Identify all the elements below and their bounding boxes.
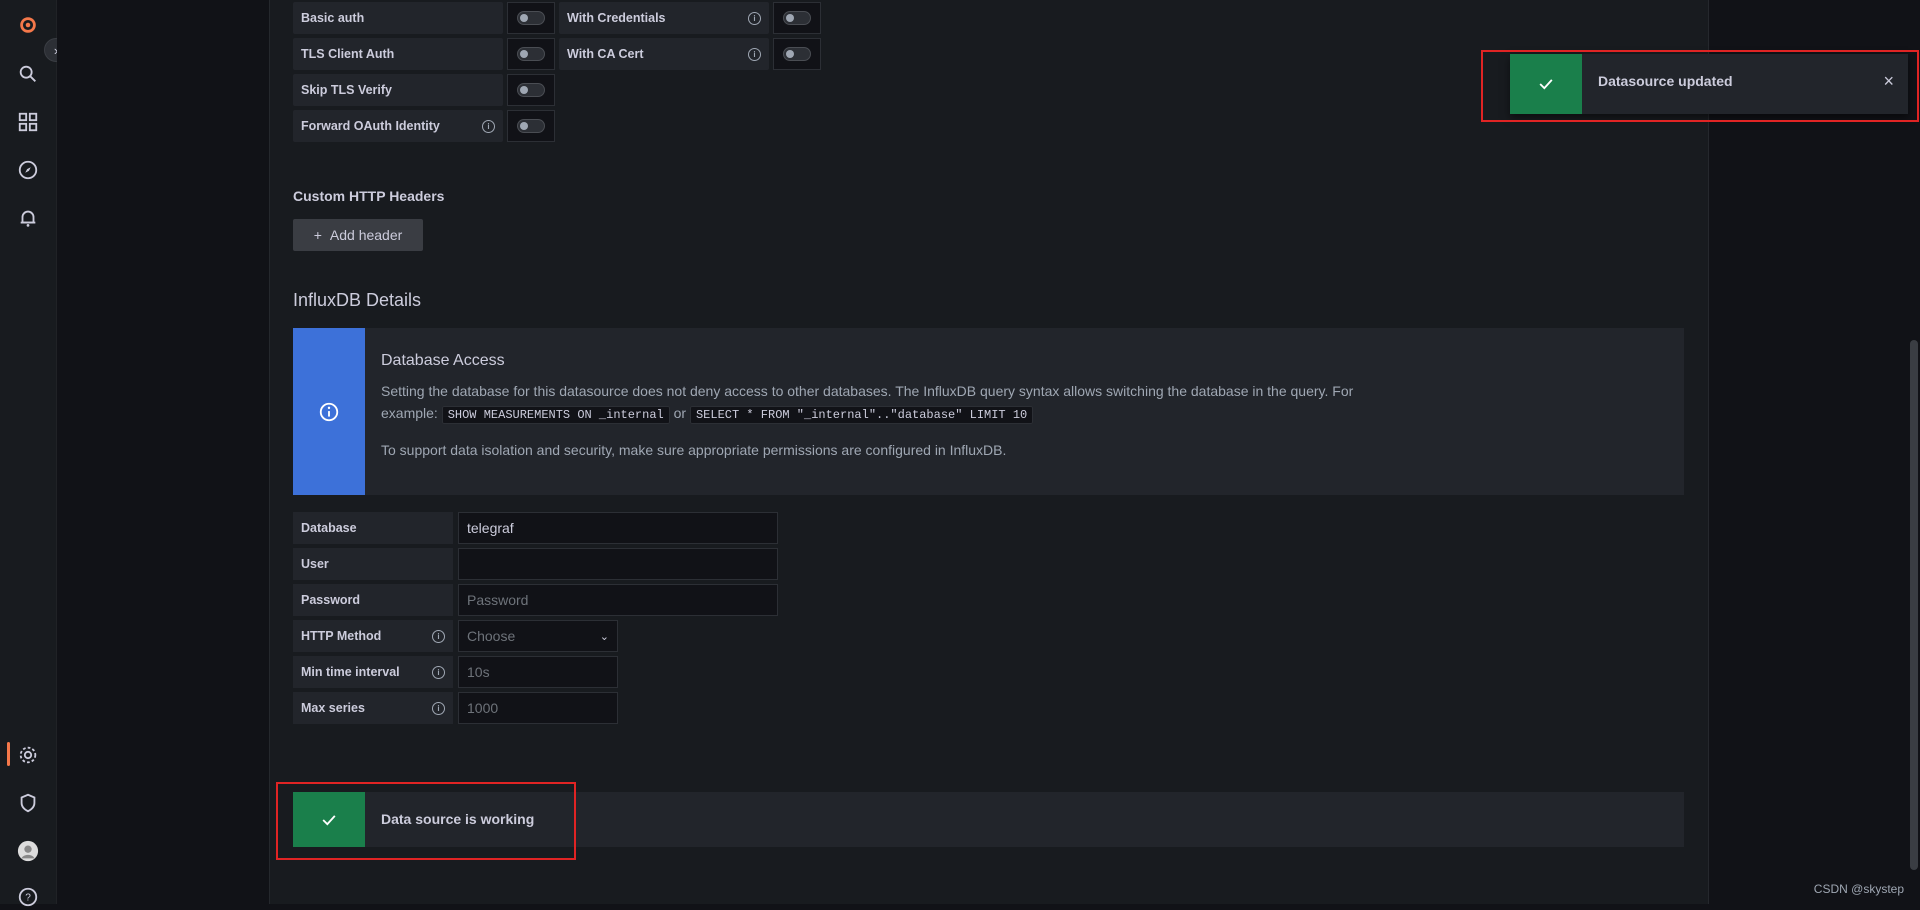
search-icon[interactable] (15, 61, 41, 87)
tls-client-auth-label: TLS Client Auth (293, 38, 503, 70)
with-credentials-toggle[interactable] (773, 2, 821, 34)
skip-tls-verify-toggle[interactable] (507, 74, 555, 106)
info-icon[interactable]: i (482, 119, 495, 133)
tls-client-auth-row: TLS Client Auth With CA Cert i (293, 38, 821, 70)
plus-icon: + (313, 227, 322, 243)
info-text-security: To support data isolation and security, … (381, 442, 1007, 458)
configuration-icon[interactable] (15, 742, 41, 768)
info-text: Setting the database for this datasource… (381, 383, 1354, 424)
dashboards-icon[interactable] (15, 109, 41, 135)
skip-tls-verify-row: Skip TLS Verify (293, 74, 555, 106)
user-label: User (293, 548, 453, 580)
skip-tls-verify-label: Skip TLS Verify (293, 74, 503, 106)
password-input[interactable]: Password (458, 584, 778, 616)
basic-auth-row: Basic auth With Credentials i (293, 2, 821, 34)
code-example-2: SELECT * FROM "_internal".."database" LI… (689, 406, 1034, 424)
info-icon[interactable]: i (748, 47, 761, 61)
max-series-input[interactable]: 1000 (458, 692, 618, 724)
info-title: Database Access (381, 352, 505, 369)
min-time-interval-label: Min time interval i (293, 656, 453, 688)
server-admin-icon[interactable] (15, 790, 41, 816)
tls-client-auth-toggle[interactable] (507, 38, 555, 70)
with-ca-cert-label: With CA Cert i (559, 38, 769, 70)
database-access-info: Database Access Setting the database for… (293, 328, 1684, 495)
svg-text:?: ? (25, 893, 31, 904)
custom-headers-title: Custom HTTP Headers (293, 188, 445, 204)
add-header-button[interactable]: + Add header (293, 219, 423, 251)
info-icon[interactable]: i (748, 11, 761, 25)
with-ca-cert-toggle[interactable] (773, 38, 821, 70)
forward-oauth-toggle[interactable] (507, 110, 555, 142)
chevron-down-icon: ⌄ (599, 630, 609, 643)
user-avatar-icon[interactable] (15, 838, 41, 864)
database-label: Database (293, 512, 453, 544)
basic-auth-label: Basic auth (293, 2, 503, 34)
alerting-icon[interactable] (15, 205, 41, 231)
grafana-logo-icon[interactable] (15, 12, 41, 38)
basic-auth-toggle[interactable] (507, 2, 555, 34)
help-icon[interactable]: ? (15, 884, 41, 910)
explore-icon[interactable] (15, 157, 41, 183)
with-credentials-label: With Credentials i (559, 2, 769, 34)
user-input[interactable] (458, 548, 778, 580)
http-method-select[interactable]: Choose ⌄ (458, 620, 618, 652)
info-icon[interactable]: i (432, 629, 445, 643)
scrollbar[interactable] (1910, 340, 1918, 870)
watermark: CSDN @skystep (1813, 882, 1904, 896)
password-label: Password (293, 584, 453, 616)
min-time-interval-input[interactable]: 10s (458, 656, 618, 688)
database-input[interactable]: telegraf (458, 512, 778, 544)
highlight-box-working (276, 782, 576, 860)
influxdb-details-title: InfluxDB Details (293, 290, 422, 310)
info-icon[interactable]: i (432, 701, 445, 715)
forward-oauth-row: Forward OAuth Identity i (293, 110, 555, 142)
highlight-box-toast (1481, 50, 1919, 122)
max-series-label: Max series i (293, 692, 453, 724)
http-method-label: HTTP Method i (293, 620, 453, 652)
code-example-1: SHOW MEASUREMENTS ON _internal (441, 406, 670, 424)
active-indicator (7, 742, 10, 766)
info-icon[interactable]: i (432, 665, 445, 679)
sidebar: › ? (0, 0, 68, 907)
forward-oauth-label: Forward OAuth Identity i (293, 110, 503, 142)
info-circle-icon (293, 328, 365, 495)
